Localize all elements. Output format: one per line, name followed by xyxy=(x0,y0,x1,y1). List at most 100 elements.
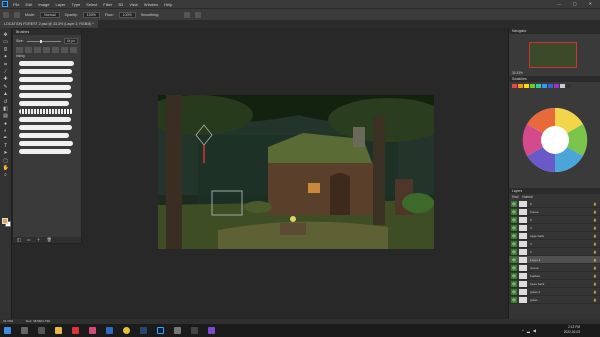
pen-icon[interactable]: ✒ xyxy=(3,135,9,141)
brush-group-name[interactable]: Inking xyxy=(13,54,81,58)
visibility-eye-icon[interactable]: 👁 xyxy=(511,272,517,279)
swatch[interactable] xyxy=(566,84,571,88)
brush-preset[interactable] xyxy=(19,125,72,130)
close-button[interactable]: ✕ xyxy=(589,1,592,6)
file-explorer-icon[interactable] xyxy=(55,327,62,334)
app-icon-red[interactable] xyxy=(72,327,79,334)
minimize-button[interactable]: — xyxy=(557,1,561,6)
menu-edit[interactable]: Edit xyxy=(25,2,32,7)
blur-icon[interactable]: ● xyxy=(3,121,9,127)
menu-select[interactable]: Select xyxy=(86,2,97,7)
recent-brush[interactable] xyxy=(34,47,41,53)
lasso-icon[interactable]: ᘓ xyxy=(3,47,9,53)
path-select-icon[interactable]: ➤ xyxy=(3,150,9,156)
layer-row[interactable]: 👁 6 🔒 xyxy=(509,200,600,208)
trash-icon[interactable]: 🗑 xyxy=(47,237,52,243)
swatch[interactable] xyxy=(512,84,517,88)
steam-icon[interactable] xyxy=(140,327,147,334)
brush-preset-icon[interactable] xyxy=(14,11,20,18)
app-icon-blue[interactable] xyxy=(106,327,113,334)
toggle-preview-icon[interactable]: ◫ xyxy=(17,237,21,243)
marquee-icon[interactable]: ▭ xyxy=(3,39,9,45)
layer-row[interactable]: 👁 cage back 🔒 xyxy=(509,232,600,240)
mode-select[interactable]: Normal xyxy=(40,11,60,18)
maximize-button[interactable]: ▢ xyxy=(573,1,577,6)
navigator-thumbnail[interactable] xyxy=(529,42,577,68)
visibility-eye-icon[interactable]: 👁 xyxy=(511,200,517,207)
size-slider[interactable] xyxy=(26,39,61,43)
move-icon[interactable]: ✥ xyxy=(3,32,9,38)
brush-preset[interactable] xyxy=(19,133,70,138)
app-icon-pink[interactable] xyxy=(89,327,96,334)
brush-preset[interactable] xyxy=(19,117,71,122)
brush-preset[interactable] xyxy=(19,149,71,154)
zoom-icon[interactable]: ⌕ xyxy=(3,172,9,178)
swatch[interactable] xyxy=(560,84,565,88)
app-icon-gray[interactable] xyxy=(174,327,181,334)
layer-row[interactable]: 👁 grass 🔒 xyxy=(509,296,600,304)
swatch[interactable] xyxy=(536,84,541,88)
layer-row[interactable]: 👁 2 🔒 xyxy=(509,248,600,256)
menu-type[interactable]: Type xyxy=(72,2,81,7)
foreground-color[interactable] xyxy=(2,218,8,224)
stamp-icon[interactable]: ▲ xyxy=(3,91,9,97)
swatch[interactable] xyxy=(542,84,547,88)
app-icon-purple[interactable] xyxy=(208,327,215,334)
brush-preset[interactable] xyxy=(19,69,72,74)
swatch[interactable] xyxy=(530,84,535,88)
visibility-eye-icon[interactable]: 👁 xyxy=(511,256,517,263)
menu-window[interactable]: Window xyxy=(144,2,158,7)
visibility-eye-icon[interactable]: 👁 xyxy=(511,288,517,295)
eraser-icon[interactable]: ◧ xyxy=(3,106,9,112)
recent-brush[interactable] xyxy=(70,47,77,53)
network-icon[interactable]: ▂ xyxy=(527,328,530,333)
swatch[interactable] xyxy=(554,84,559,88)
visibility-eye-icon[interactable]: 👁 xyxy=(511,264,517,271)
menu-help[interactable]: Help xyxy=(164,2,172,7)
photoshop-taskbar-icon[interactable] xyxy=(157,327,164,334)
layer-row[interactable]: 👁 4 🔒 xyxy=(509,224,600,232)
artwork-canvas[interactable] xyxy=(158,95,434,249)
swatch[interactable] xyxy=(524,84,529,88)
clock[interactable]: 2:13 PM 2022-02-03 xyxy=(564,325,580,335)
layer-row[interactable]: 👁 3 🔒 xyxy=(509,240,600,248)
recent-brush[interactable] xyxy=(43,47,50,53)
layer-row[interactable]: 👁 Layer 2 🔒 xyxy=(509,256,600,264)
gradient-icon[interactable]: ▤ xyxy=(3,113,9,119)
color-swatches[interactable] xyxy=(2,218,11,227)
visibility-eye-icon[interactable]: 👁 xyxy=(511,224,517,231)
flow-field[interactable]: 100% xyxy=(118,11,136,18)
volume-icon[interactable]: ◀ xyxy=(533,328,536,333)
visibility-eye-icon[interactable]: 👁 xyxy=(511,296,517,303)
menu-3d[interactable]: 3D xyxy=(118,2,123,7)
brush-preset[interactable] xyxy=(19,109,73,114)
blend-mode-select[interactable]: Normal xyxy=(522,195,532,199)
type-icon[interactable]: T xyxy=(3,143,9,149)
menu-view[interactable]: View xyxy=(129,2,138,7)
brush-preset[interactable] xyxy=(19,101,70,106)
symmetry-icon[interactable] xyxy=(194,11,201,18)
swatch[interactable] xyxy=(548,84,553,88)
menu-filter[interactable]: Filter xyxy=(103,2,112,7)
layer-row[interactable]: 👁 cutout 🔒 xyxy=(509,264,600,272)
recent-brush[interactable] xyxy=(52,47,59,53)
visibility-eye-icon[interactable]: 👁 xyxy=(511,248,517,255)
folder-icon[interactable]: ▭ xyxy=(27,237,31,243)
layer-row[interactable]: 👁 house 🔒 xyxy=(509,208,600,216)
app-icon-dark[interactable] xyxy=(191,327,198,334)
opacity-field[interactable]: 100% xyxy=(82,11,100,18)
history-brush-icon[interactable]: ↺ xyxy=(3,99,9,105)
brush-icon[interactable]: ✎ xyxy=(3,84,9,90)
menu-image[interactable]: Image xyxy=(38,2,49,7)
color-wheel[interactable] xyxy=(517,106,593,174)
layer-row[interactable]: 👁 grass 2 🔒 xyxy=(509,288,600,296)
navigator-zoom[interactable]: 33.33% xyxy=(512,71,523,75)
layer-kind-filter[interactable]: Kind xyxy=(512,195,518,199)
task-view-icon[interactable] xyxy=(38,327,45,334)
size-field[interactable]: 44 px xyxy=(63,38,78,44)
visibility-eye-icon[interactable]: 👁 xyxy=(511,280,517,287)
layer-row[interactable]: 👁 bushes 🔒 xyxy=(509,272,600,280)
chrome-icon[interactable] xyxy=(123,327,130,334)
healing-icon[interactable]: ✚ xyxy=(3,76,9,82)
visibility-eye-icon[interactable]: 👁 xyxy=(511,216,517,223)
